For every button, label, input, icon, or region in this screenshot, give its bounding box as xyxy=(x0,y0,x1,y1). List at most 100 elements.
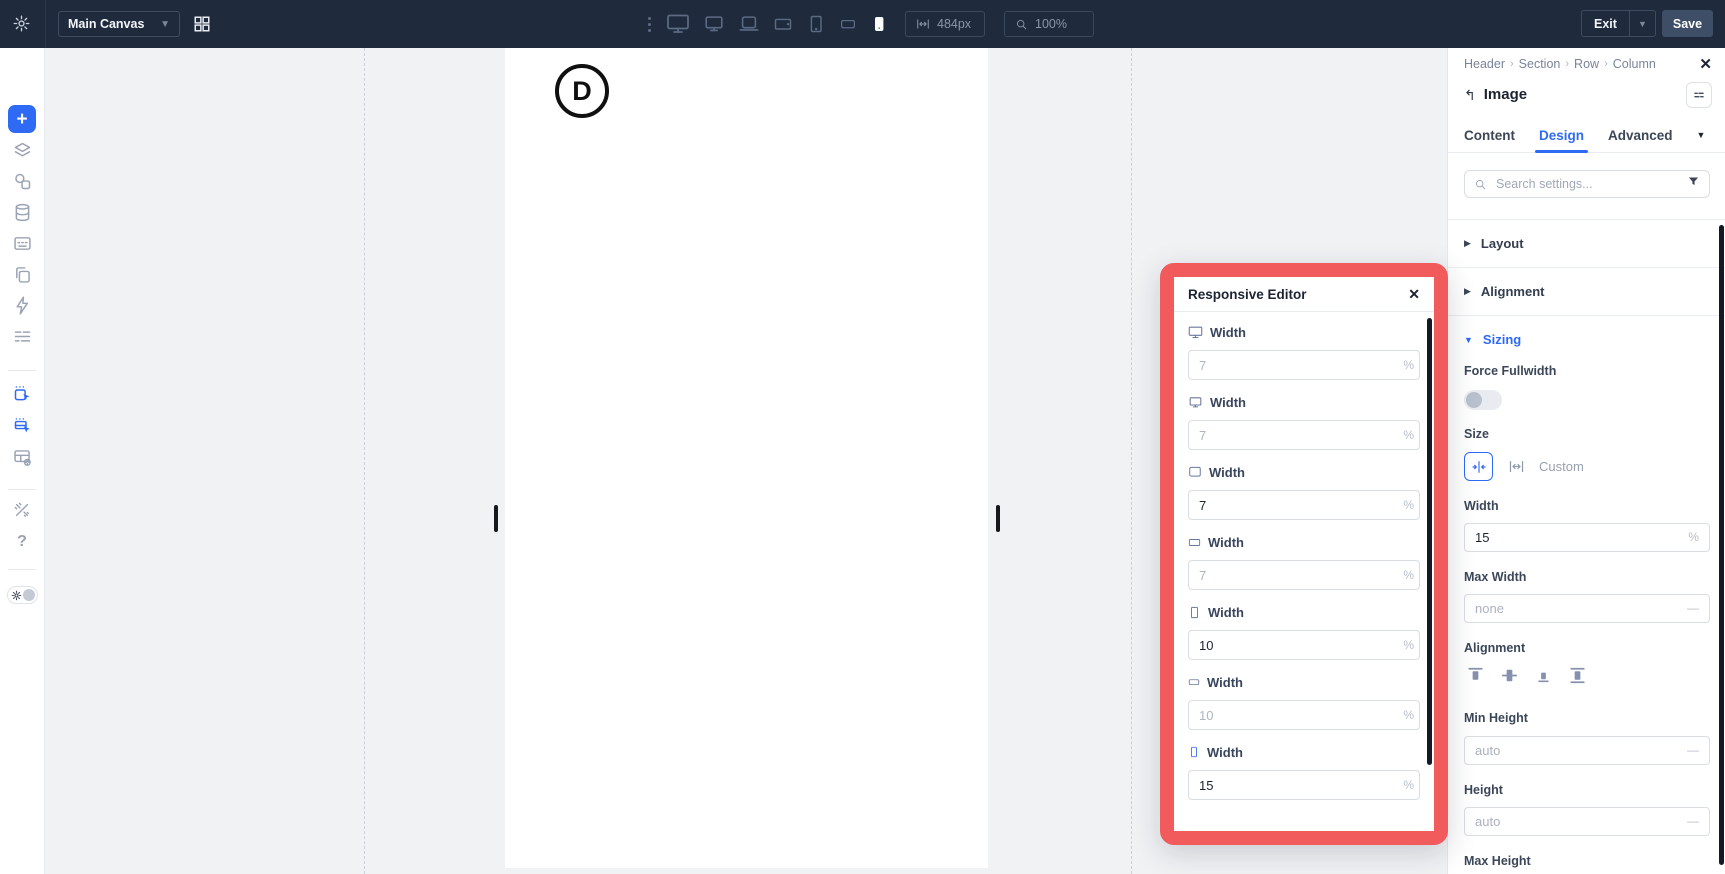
tab-advanced[interactable]: Advanced xyxy=(1608,118,1673,153)
tab-design[interactable]: Design xyxy=(1534,118,1589,153)
width-input-tablet-landscape[interactable] xyxy=(1188,560,1420,590)
width-input-phone[interactable] xyxy=(1188,770,1420,800)
size-custom-option[interactable]: Custom xyxy=(1539,459,1584,474)
layers-icon[interactable] xyxy=(10,138,34,162)
collapsed-arrow-icon: ▶ xyxy=(1464,286,1471,296)
width-input[interactable] xyxy=(1464,523,1710,552)
modal-scrollbar[interactable] xyxy=(1427,318,1432,765)
exit-button[interactable]: Exit xyxy=(1582,11,1629,36)
desktop-icon xyxy=(1188,395,1203,410)
design-presets-icon[interactable] xyxy=(10,169,34,193)
builder-mode-toggle[interactable] xyxy=(7,586,38,604)
field-label: Width xyxy=(1210,394,1246,410)
device-phone-icon-active[interactable] xyxy=(870,15,888,33)
tablet-landscape-icon xyxy=(1188,536,1201,549)
database-icon[interactable] xyxy=(10,200,34,224)
force-fullwidth-label: Force Fullwidth xyxy=(1464,364,1557,378)
max-width-label: Max Width xyxy=(1464,570,1527,584)
layout-settings-icon[interactable] xyxy=(10,445,34,469)
breadcrumb-column[interactable]: Column xyxy=(1613,57,1656,71)
responsive-width-field: Width % xyxy=(1188,603,1426,660)
breadcrumb-header[interactable]: Header xyxy=(1464,57,1505,71)
panel-dock-icon[interactable] xyxy=(1686,82,1712,108)
align-stretch-icon[interactable] xyxy=(1568,666,1587,690)
save-button[interactable]: Save xyxy=(1662,10,1713,37)
search-icon xyxy=(1474,178,1487,191)
device-desktop-xl-icon[interactable] xyxy=(666,12,690,36)
width-input-tablet[interactable] xyxy=(1188,630,1420,660)
tabs-chevron-down-icon[interactable]: ▼ xyxy=(1697,130,1706,140)
section-sizing[interactable]: ▼ Sizing xyxy=(1448,315,1725,363)
help-icon[interactable]: ? xyxy=(10,530,34,554)
device-desktop-icon[interactable] xyxy=(703,13,725,35)
zoom-control[interactable]: 100% xyxy=(1004,11,1094,37)
interactions-lightning-icon[interactable] xyxy=(10,293,34,317)
field-label: Width xyxy=(1208,534,1244,550)
gear-icon xyxy=(11,590,22,601)
size-options: Custom xyxy=(1464,452,1584,481)
select-module-tool-icon[interactable] xyxy=(10,381,34,405)
add-module-button[interactable]: + xyxy=(8,105,36,133)
device-tablet-landscape-icon[interactable] xyxy=(773,14,793,34)
copy-pages-icon[interactable] xyxy=(10,262,34,286)
max-width-field: — xyxy=(1464,594,1710,623)
canvas-selector-dropdown[interactable]: Main Canvas ▼ xyxy=(58,11,180,37)
page-preview[interactable]: D xyxy=(505,48,988,868)
device-tablet-icon[interactable] xyxy=(806,14,826,34)
breadcrumb-row[interactable]: Row xyxy=(1574,57,1599,71)
responsive-width-field: Width % xyxy=(1188,393,1426,450)
width-input-phone-landscape[interactable] xyxy=(1188,700,1420,730)
max-height-label: Max Height xyxy=(1464,854,1531,868)
filter-funnel-icon[interactable] xyxy=(1687,175,1700,193)
module-title-row: ↰ Image xyxy=(1464,86,1527,103)
settings-list-icon[interactable] xyxy=(10,324,34,348)
search-settings-input[interactable] xyxy=(1494,176,1680,192)
responsive-editor-close-icon[interactable]: ✕ xyxy=(1408,287,1420,301)
canvas-resize-handle-right[interactable] xyxy=(996,505,1000,532)
max-width-input[interactable] xyxy=(1464,594,1710,623)
section-alignment[interactable]: ▶ Alignment xyxy=(1448,267,1725,315)
zoom-value: 100% xyxy=(1035,17,1067,31)
force-fullwidth-toggle[interactable] xyxy=(1464,390,1502,410)
device-laptop-icon[interactable] xyxy=(738,13,760,35)
panel-scrollbar[interactable] xyxy=(1719,225,1724,865)
width-input-laptop[interactable] xyxy=(1188,490,1420,520)
min-height-label: Min Height xyxy=(1464,711,1528,725)
tools-icon[interactable] xyxy=(10,498,34,522)
tab-content[interactable]: Content xyxy=(1464,118,1515,153)
kebab-menu-icon[interactable] xyxy=(648,16,651,32)
collapsed-arrow-icon: ▶ xyxy=(1464,238,1471,248)
builder-settings-gear-icon[interactable] xyxy=(12,14,31,33)
responsive-editor-header: Responsive Editor ✕ xyxy=(1174,277,1434,312)
height-field: — xyxy=(1464,807,1710,836)
canvas-width-control[interactable]: 484px xyxy=(905,11,985,37)
back-arrow-icon[interactable]: ↰ xyxy=(1464,88,1476,102)
canvas-resize-handle-left[interactable] xyxy=(494,505,498,532)
section-layout[interactable]: ▶ Layout xyxy=(1448,219,1725,267)
height-input[interactable] xyxy=(1464,807,1710,836)
size-label: Size xyxy=(1464,427,1490,441)
width-input-desktop-xl[interactable] xyxy=(1188,350,1420,380)
size-fit-button[interactable] xyxy=(1464,452,1493,481)
align-middle-icon[interactable] xyxy=(1500,666,1519,690)
keyboard-shortcuts-icon[interactable] xyxy=(10,231,34,255)
toolbar-divider xyxy=(45,0,46,48)
grid-view-icon[interactable] xyxy=(193,15,211,38)
select-row-tool-icon[interactable] xyxy=(10,413,34,437)
size-fill-button[interactable] xyxy=(1504,452,1528,481)
align-bottom-icon[interactable] xyxy=(1534,666,1553,690)
expanded-arrow-icon: ▼ xyxy=(1464,334,1473,345)
panel-close-icon[interactable]: ✕ xyxy=(1699,55,1712,73)
responsive-width-field: Width % xyxy=(1188,673,1426,730)
exit-dropdown-chevron-icon[interactable]: ▼ xyxy=(1628,11,1655,36)
width-input-desktop[interactable] xyxy=(1188,420,1420,450)
align-top-icon[interactable] xyxy=(1466,666,1485,690)
breadcrumb-section[interactable]: Section xyxy=(1519,57,1561,71)
height-label: Height xyxy=(1464,783,1503,797)
vertical-alignment-options xyxy=(1466,666,1587,690)
min-height-input[interactable] xyxy=(1464,736,1710,765)
site-logo-image[interactable]: D xyxy=(555,64,609,118)
responsive-width-field: Width % xyxy=(1188,533,1426,590)
device-phone-landscape-icon[interactable] xyxy=(839,15,857,33)
sidebar-divider xyxy=(8,569,36,570)
